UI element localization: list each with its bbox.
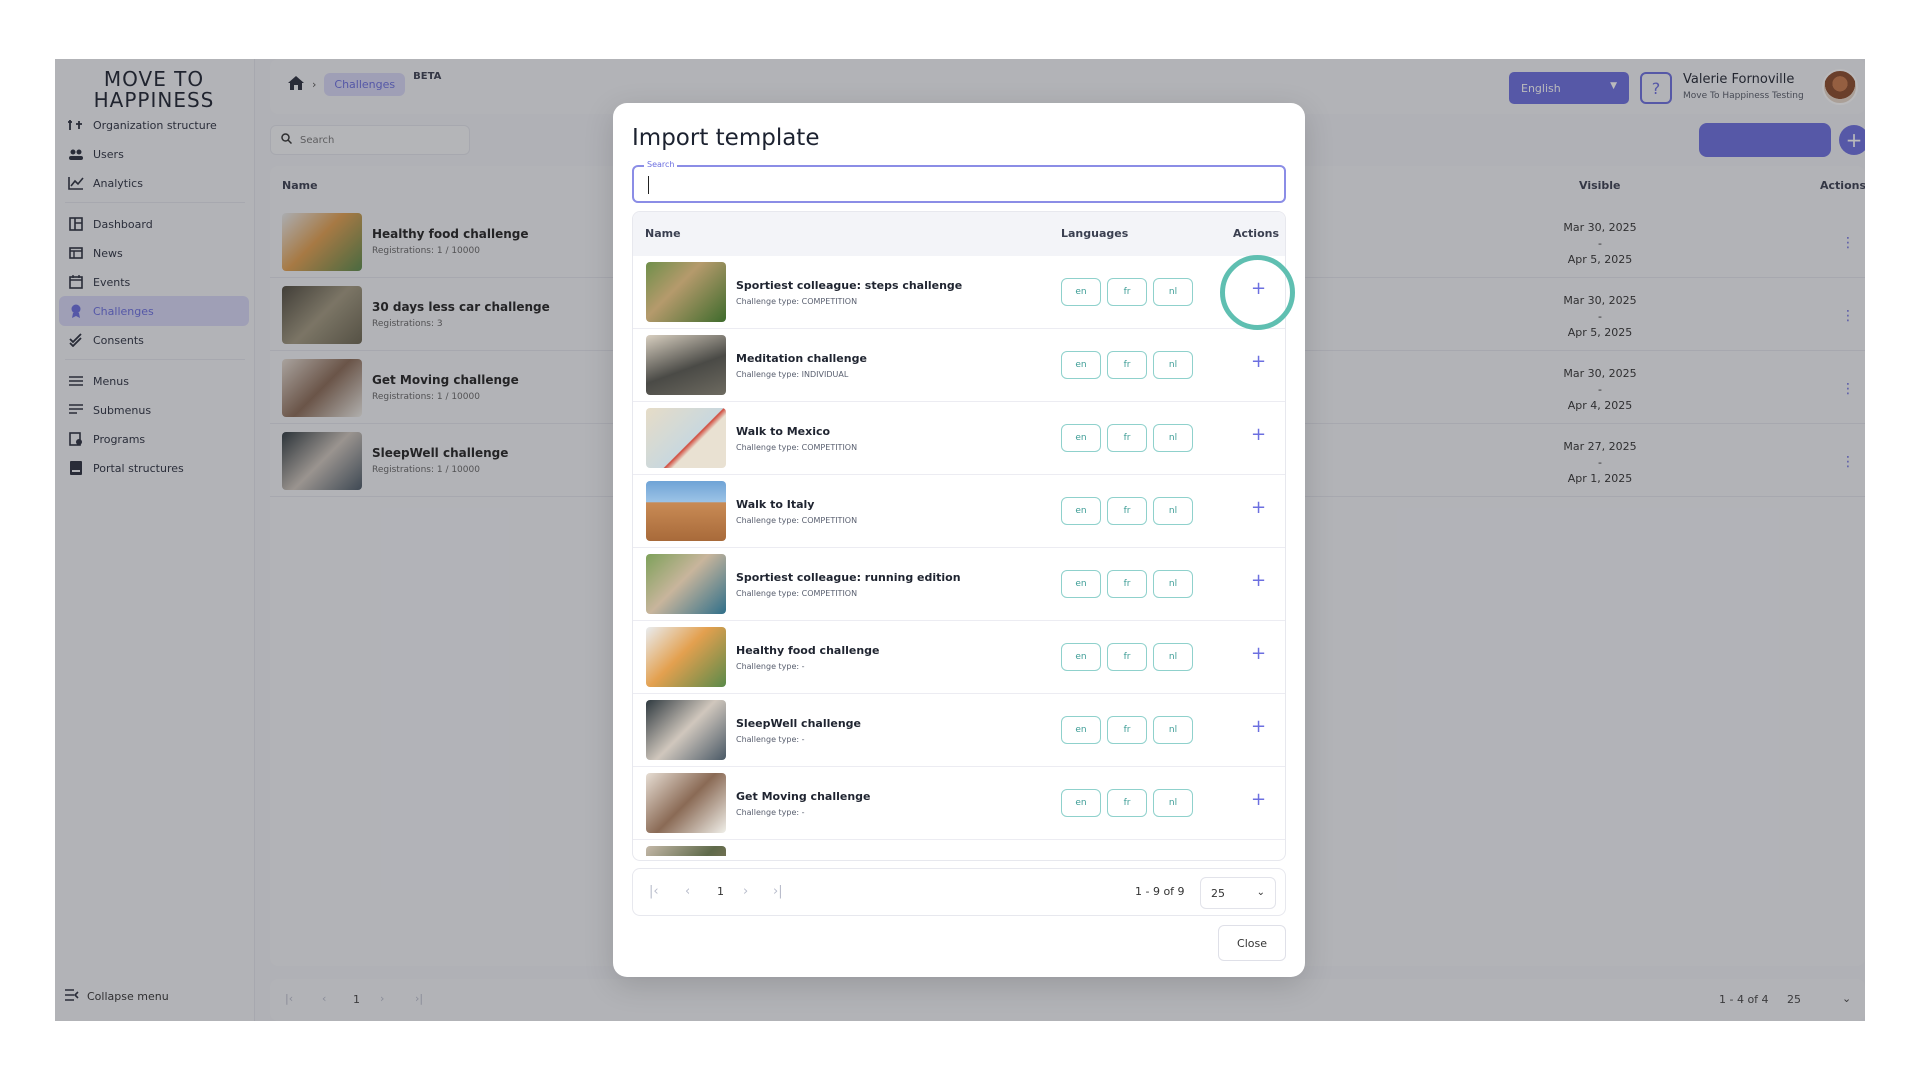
template-name: Healthy food challenge bbox=[736, 644, 880, 657]
template-thumbnail bbox=[646, 554, 726, 614]
page-size-value: 25 bbox=[1211, 886, 1225, 900]
template-type: Challenge type: COMPETITION bbox=[736, 516, 858, 525]
language-chip-nl[interactable]: nl bbox=[1153, 643, 1193, 671]
column-header-actions: Actions bbox=[1233, 227, 1279, 240]
language-chip-fr[interactable]: fr bbox=[1107, 570, 1147, 598]
import-plus-icon[interactable]: + bbox=[1251, 499, 1266, 517]
template-table-header: Name Languages Actions bbox=[633, 212, 1285, 256]
language-chip-fr[interactable]: fr bbox=[1107, 278, 1147, 306]
template-row: Walk to Italy Challenge type: COMPETITIO… bbox=[633, 475, 1285, 548]
template-thumbnail bbox=[646, 627, 726, 687]
import-template-dialog: Import template Search Name Languages Ac… bbox=[613, 103, 1305, 977]
import-plus-icon[interactable]: + bbox=[1251, 353, 1266, 371]
template-type: Challenge type: - bbox=[736, 662, 805, 671]
language-chip-fr[interactable]: fr bbox=[1107, 643, 1147, 671]
chevron-down-icon: ⌄ bbox=[1256, 887, 1265, 898]
template-thumbnail bbox=[646, 408, 726, 468]
template-row: Get Moving challenge Challenge type: - e… bbox=[633, 767, 1285, 840]
template-thumbnail bbox=[646, 262, 726, 322]
template-name: Sportiest colleague: running edition bbox=[736, 571, 961, 584]
template-name: Sportiest colleague: steps challenge bbox=[736, 279, 963, 292]
template-thumbnail bbox=[646, 700, 726, 760]
template-type: Challenge type: INDIVIDUAL bbox=[736, 370, 849, 379]
import-plus-icon[interactable]: + bbox=[1251, 645, 1266, 663]
language-chip-fr[interactable]: fr bbox=[1107, 497, 1147, 525]
template-name: Get Moving challenge bbox=[736, 790, 871, 803]
import-plus-icon[interactable]: + bbox=[1251, 572, 1266, 590]
language-chip-en[interactable]: en bbox=[1061, 278, 1101, 306]
language-chip-nl[interactable]: nl bbox=[1153, 789, 1193, 817]
close-button[interactable]: Close bbox=[1218, 925, 1286, 961]
template-table: Name Languages Actions Sportiest colleag… bbox=[632, 211, 1286, 861]
template-row: Healthy food challenge Challenge type: -… bbox=[633, 621, 1285, 694]
prev-page-icon[interactable]: ‹ bbox=[685, 884, 690, 899]
language-chip-nl[interactable]: nl bbox=[1153, 716, 1193, 744]
page-size-select[interactable]: 25 ⌄ bbox=[1200, 877, 1276, 909]
click-highlight-ring bbox=[1220, 255, 1295, 330]
template-row-partial bbox=[633, 840, 1285, 856]
template-row: Sportiest colleague: steps challenge Cha… bbox=[633, 256, 1285, 329]
template-thumbnail bbox=[646, 846, 726, 856]
language-chip-en[interactable]: en bbox=[1061, 716, 1101, 744]
language-chip-fr[interactable]: fr bbox=[1107, 424, 1147, 452]
language-chip-nl[interactable]: nl bbox=[1153, 351, 1193, 379]
language-chip-nl[interactable]: nl bbox=[1153, 424, 1193, 452]
template-row: Sportiest colleague: running edition Cha… bbox=[633, 548, 1285, 621]
template-table-body: Sportiest colleague: steps challenge Cha… bbox=[633, 256, 1285, 856]
template-row: Meditation challenge Challenge type: IND… bbox=[633, 329, 1285, 402]
template-type: Challenge type: COMPETITION bbox=[736, 589, 858, 598]
column-header-languages: Languages bbox=[1061, 227, 1129, 240]
template-name: Walk to Mexico bbox=[736, 425, 831, 438]
language-chip-nl[interactable]: nl bbox=[1153, 278, 1193, 306]
column-header-name: Name bbox=[645, 227, 681, 240]
import-plus-icon[interactable]: + bbox=[1251, 718, 1266, 736]
page-range: 1 - 9 of 9 bbox=[1135, 885, 1185, 898]
first-page-icon[interactable]: |‹ bbox=[649, 884, 659, 899]
template-name: Meditation challenge bbox=[736, 352, 867, 365]
template-search-input[interactable]: Search bbox=[632, 160, 1286, 203]
template-name: SleepWell challenge bbox=[736, 717, 862, 730]
search-label: Search bbox=[644, 160, 678, 169]
language-chip-en[interactable]: en bbox=[1061, 789, 1101, 817]
language-chip-nl[interactable]: nl bbox=[1153, 497, 1193, 525]
language-chip-en[interactable]: en bbox=[1061, 424, 1101, 452]
template-thumbnail bbox=[646, 335, 726, 395]
template-type: Challenge type: COMPETITION bbox=[736, 443, 858, 452]
last-page-icon[interactable]: ›| bbox=[773, 884, 783, 899]
language-chip-en[interactable]: en bbox=[1061, 570, 1101, 598]
language-chip-nl[interactable]: nl bbox=[1153, 570, 1193, 598]
language-chip-en[interactable]: en bbox=[1061, 351, 1101, 379]
template-name: Walk to Italy bbox=[736, 498, 815, 511]
language-chip-en[interactable]: en bbox=[1061, 643, 1101, 671]
text-cursor bbox=[648, 176, 649, 194]
import-plus-icon[interactable]: + bbox=[1251, 791, 1266, 809]
import-plus-icon[interactable]: + bbox=[1251, 426, 1266, 444]
template-type: Challenge type: - bbox=[736, 808, 805, 817]
template-type: Challenge type: - bbox=[736, 735, 805, 744]
template-thumbnail bbox=[646, 481, 726, 541]
template-thumbnail bbox=[646, 773, 726, 833]
language-chip-en[interactable]: en bbox=[1061, 497, 1101, 525]
language-chip-fr[interactable]: fr bbox=[1107, 351, 1147, 379]
template-type: Challenge type: COMPETITION bbox=[736, 297, 858, 306]
dialog-pagination: |‹ ‹ 1 › ›| 1 - 9 of 9 25 ⌄ bbox=[632, 868, 1286, 916]
next-page-icon[interactable]: › bbox=[743, 884, 748, 899]
template-row: Walk to Mexico Challenge type: COMPETITI… bbox=[633, 402, 1285, 475]
dialog-title: Import template bbox=[632, 125, 820, 151]
page-number[interactable]: 1 bbox=[717, 885, 724, 898]
language-chip-fr[interactable]: fr bbox=[1107, 716, 1147, 744]
language-chip-fr[interactable]: fr bbox=[1107, 789, 1147, 817]
template-row: SleepWell challenge Challenge type: - en… bbox=[633, 694, 1285, 767]
